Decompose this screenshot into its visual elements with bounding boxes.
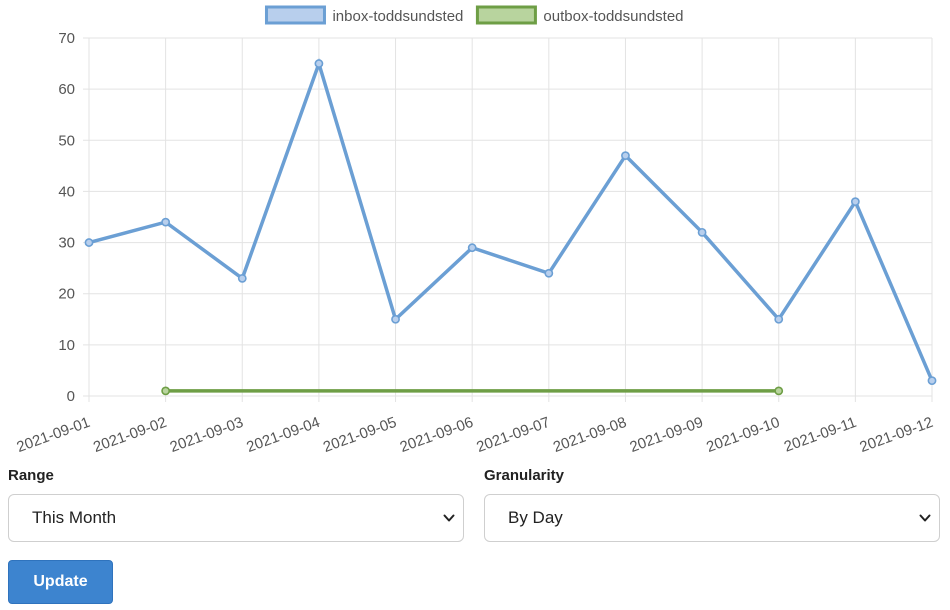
granularity-select[interactable]: By Day [484, 494, 940, 542]
line-chart: inbox-toddsundsted outbox-toddsundsted 0 1… [14, 5, 937, 456]
x-tick-label: 2021-09-10 [704, 414, 782, 456]
legend-swatch [264, 5, 326, 25]
data-point[interactable] [697, 227, 707, 237]
data-point[interactable] [467, 243, 477, 253]
granularity-select-value: By Day [508, 508, 563, 527]
data-point[interactable] [161, 386, 171, 396]
range-label: Range [8, 467, 54, 484]
data-point[interactable] [237, 273, 247, 283]
y-tick-label: 0 [67, 388, 75, 405]
x-tick-label: 2021-09-12 [857, 414, 935, 456]
chart-legend[interactable]: inbox-toddsundsted outbox-toddsundsted [264, 5, 684, 25]
y-tick-label: 70 [58, 30, 75, 47]
data-point[interactable] [544, 268, 554, 278]
x-tick-label: 2021-09-11 [782, 414, 859, 456]
legend-item[interactable]: inbox-toddsundsted [264, 5, 463, 25]
update-button[interactable]: Update [8, 560, 113, 604]
x-tick-label: 2021-09-06 [398, 414, 476, 456]
range-select[interactable]: This Month [8, 494, 464, 542]
granularity-field: Granularity By Day [484, 466, 942, 542]
data-point[interactable] [774, 314, 784, 324]
data-point[interactable] [391, 314, 400, 324]
data-point[interactable] [621, 151, 630, 161]
chart-series [84, 57, 937, 396]
chevron-down-icon [919, 514, 931, 522]
y-tick-label: 40 [58, 183, 75, 200]
legend-swatch [475, 5, 537, 25]
y-tick-label: 30 [58, 235, 75, 252]
x-tick-label: 2021-09-02 [91, 414, 169, 456]
data-point[interactable] [314, 59, 324, 68]
x-tick-label: 2021-09-07 [474, 414, 552, 456]
series-line-0 [88, 57, 934, 382]
granularity-label: Granularity [484, 467, 565, 484]
x-tick-label: 2021-09-09 [628, 414, 706, 456]
x-tick-label: 2021-09-04 [244, 414, 322, 456]
y-tick-label: 60 [58, 81, 75, 98]
data-point[interactable] [927, 376, 937, 386]
data-point[interactable] [84, 238, 94, 247]
y-axis-ticks: 0 10 20 30 40 50 60 70 [58, 30, 75, 405]
chart-area: inbox-toddsundsted outbox-toddsundsted 0 1… [0, 0, 950, 460]
legend-label: outbox-toddsundsted [543, 8, 683, 25]
legend-label: inbox-toddsundsted [332, 8, 463, 25]
x-tick-label: 2021-09-08 [551, 414, 629, 456]
x-axis-ticks: 2021-09-012021-09-022021-09-032021-09-04… [14, 414, 935, 456]
x-tick-label: 2021-09-05 [321, 414, 399, 456]
y-tick-label: 50 [58, 132, 75, 149]
range-field: Range This Month [8, 466, 466, 542]
x-tick-label: 2021-09-03 [168, 414, 246, 456]
x-tick-label: 2021-09-01 [14, 414, 92, 456]
y-tick-label: 10 [58, 337, 75, 354]
data-point[interactable] [850, 197, 860, 207]
chart-grid [83, 37, 933, 402]
chevron-down-icon [443, 514, 455, 522]
legend-item[interactable]: outbox-toddsundsted [475, 5, 684, 25]
y-tick-label: 20 [58, 286, 75, 303]
data-point[interactable] [161, 217, 171, 227]
range-select-value: This Month [32, 508, 117, 527]
data-point[interactable] [774, 386, 784, 396]
